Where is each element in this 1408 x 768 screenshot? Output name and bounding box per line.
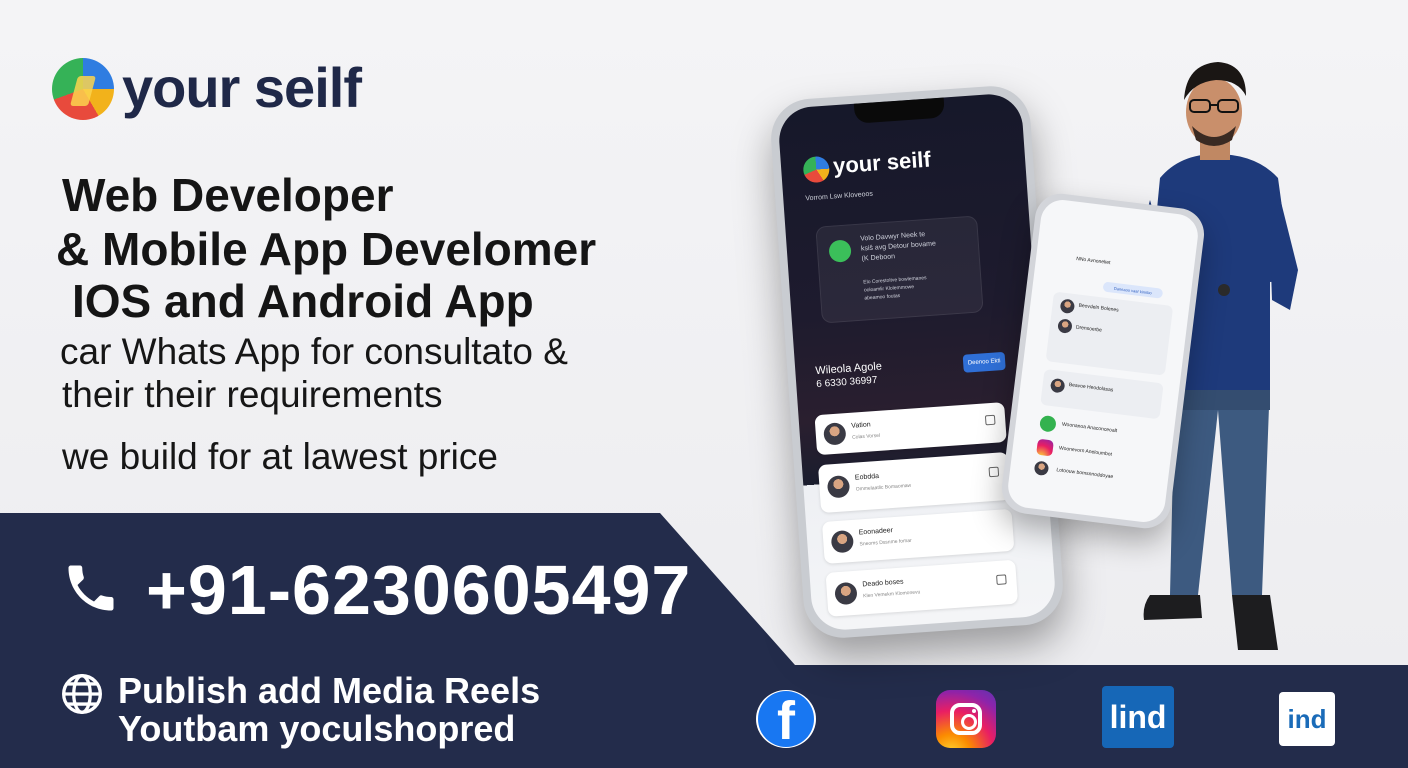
media-line-2: Youtbam yoculshopred [118,708,516,749]
phone-screen: your seilf Vorrom Lsw Kloveoos Volo Davw… [777,92,1057,632]
small-header: NNo Avnoneliet [1075,255,1111,267]
phone-icon [68,565,114,611]
list-item[interactable]: Deado boses Klen Vemekm Klomonevu [825,559,1019,617]
brand-name: your seilf [122,56,362,119]
mockup-logo-icon [802,155,831,184]
small-pill-button[interactable]: Daneaoo vaar kinnbo [1102,281,1164,299]
message-icon[interactable] [984,414,996,426]
description-line-2: their their requirements [62,374,443,415]
list-item[interactable]: Vation Colas Vorsel [814,402,1007,456]
headline-line-1: Web Developer [62,169,394,221]
list-item-sub: Ommelaatlic Bomaomaw [855,482,912,493]
headline-line-2: & Mobile App Develomer [56,223,597,275]
phone-notch [853,97,946,124]
message-icon[interactable] [988,466,1000,478]
avatar [830,529,855,554]
mockup-contact-number: 6 6330 36997 [815,374,878,391]
globe-icon [62,674,102,714]
message-icon[interactable] [996,574,1007,585]
indeed-icon[interactable]: ind [1279,692,1335,746]
instagram-icon[interactable] [936,690,996,748]
facebook-icon[interactable]: f [756,690,816,748]
whatsapp-icon[interactable] [1039,414,1057,433]
avatar [823,422,847,446]
mockup-action-button[interactable]: Deenoo Ekti [962,351,1006,373]
linkedin-icon[interactable]: lind [1102,686,1174,748]
small-card [1040,368,1164,420]
list-item-name: Eoonadeer [858,527,894,537]
description-line-1: car Whats App for consultato & [60,331,568,372]
avatar [826,475,851,499]
facebook-glyph: f [777,691,795,747]
list-item-name: Vation [851,421,871,430]
phone-number-link[interactable]: +91-6230605497 [146,550,691,630]
list-item-name: Woonevorn Aneloumbot [1058,445,1113,458]
mockup-brand-name: your seilf [832,146,932,179]
description-line-3: we build for at lawest price [62,436,498,477]
headline-line-3: IOS and Android App [72,275,534,327]
media-line-1: Publish add Media Reels [118,670,541,711]
instagram-icon[interactable] [1036,438,1054,457]
mockup-subtitle: Vorrom Lsw Kloveoos [805,190,874,203]
list-item[interactable]: Eoonadeer Sneoms Dssnme fomar [821,508,1015,564]
avatar [1033,460,1050,477]
list-item-name: Deado boses [862,578,904,589]
list-item-sub: Klen Vemekm Klomonevu [863,589,921,600]
list-item-name: Woonanoa Anaconceoalt [1061,421,1118,435]
phone-screen: NNo Avnoneliet Daneaoo vaar kinnbo Beovd… [1005,197,1201,525]
list-item[interactable]: Eobdda Ommelaatlic Bomaomaw [817,451,1011,514]
list-item-name: Eobdda [854,472,880,482]
avatar [834,581,858,606]
list-item-sub: Sneoms Dssnme fomar [859,537,912,548]
list-item-sub: Colas Vorsel [851,432,881,441]
list-item-name: Lotoouw bomsnnoddoyae [1055,467,1114,481]
brand-logo-icon [52,58,114,120]
mockup-info-card [815,215,984,324]
